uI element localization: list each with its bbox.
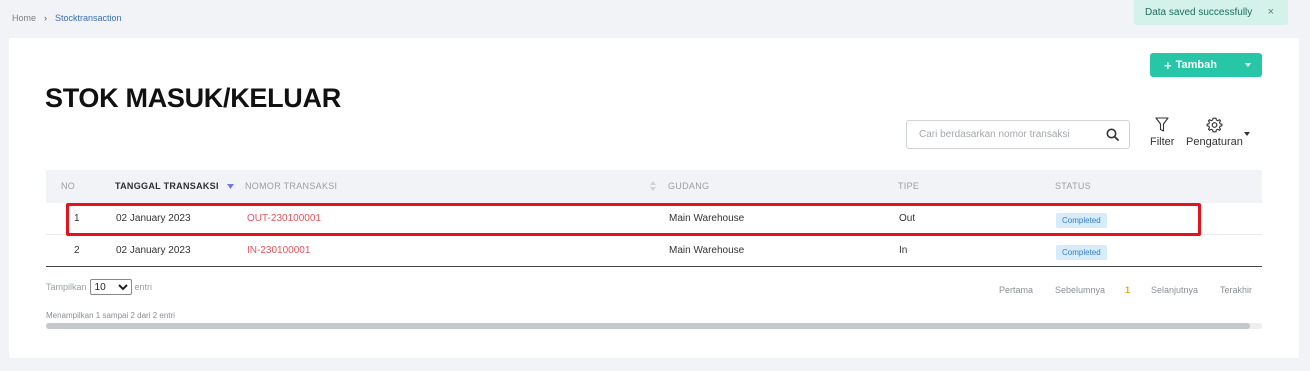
- add-dropdown-toggle[interactable]: [1234, 53, 1262, 77]
- filter-button[interactable]: Filter: [1150, 117, 1174, 148]
- page-title: STOK MASUK/KELUAR: [45, 83, 341, 113]
- column-header-status[interactable]: STATUS: [1055, 181, 1091, 191]
- column-header-date[interactable]: TANGGAL TRANSAKSI: [115, 181, 219, 191]
- cell-warehouse: Main Warehouse: [669, 213, 745, 224]
- transaction-link[interactable]: OUT-230100001: [247, 213, 321, 224]
- transaction-link[interactable]: IN-230100001: [247, 245, 310, 256]
- breadcrumb-home[interactable]: Home: [12, 13, 36, 23]
- scrollbar-thumb[interactable]: [46, 323, 1250, 329]
- status-badge: Completed: [1056, 245, 1107, 260]
- pagination-next[interactable]: Selanjutnya: [1151, 285, 1198, 295]
- transactions-table: NO TANGGAL TRANSAKSI NOMOR TRANSAKSI GUD…: [46, 170, 1262, 267]
- cell-warehouse: Main Warehouse: [669, 245, 745, 256]
- pagination-prev[interactable]: Sebelumnya: [1055, 285, 1105, 295]
- chevron-down-icon[interactable]: [1244, 132, 1250, 136]
- column-header-type[interactable]: TIPE: [898, 181, 919, 191]
- search-box: [906, 120, 1130, 149]
- cell-date: 02 January 2023: [116, 213, 191, 224]
- page-size-control: Tampilkan 10 entri: [46, 279, 152, 295]
- add-button[interactable]: + Tambah: [1150, 53, 1234, 77]
- column-header-no[interactable]: NO: [61, 181, 75, 191]
- filter-icon: [1155, 117, 1169, 132]
- cell-type: Out: [899, 213, 916, 224]
- chevron-right-icon: ›: [44, 13, 48, 23]
- show-label: Tampilkan: [46, 282, 87, 292]
- table-row[interactable]: 1 02 January 2023 OUT-230100001 Main War…: [46, 203, 1262, 235]
- cell-date: 02 January 2023: [116, 245, 191, 256]
- cell-no: 2: [74, 245, 80, 256]
- sort-down-icon[interactable]: [227, 184, 234, 190]
- close-icon[interactable]: ×: [1268, 6, 1274, 18]
- settings-button[interactable]: Pengaturan: [1186, 117, 1243, 148]
- table-info: Menampilkan 1 sampai 2 dari 2 entri: [46, 311, 175, 320]
- entries-label: entri: [134, 282, 153, 292]
- cell-no: 1: [74, 213, 80, 224]
- sort-icon[interactable]: [650, 181, 656, 191]
- plus-icon: +: [1164, 57, 1172, 73]
- cell-type: In: [899, 245, 908, 256]
- success-toast: Data saved successfully ×: [1134, 0, 1288, 25]
- table-row[interactable]: 2 02 January 2023 IN-230100001 Main Ware…: [46, 235, 1262, 267]
- search-input[interactable]: [907, 129, 1097, 140]
- page-size-select[interactable]: 10: [89, 279, 132, 295]
- add-button-group: + Tambah: [1150, 53, 1262, 77]
- toast-message: Data saved successfully: [1145, 7, 1253, 18]
- gear-icon: [1206, 117, 1223, 133]
- column-header-warehouse[interactable]: GUDANG: [668, 181, 709, 191]
- pagination-current[interactable]: 1: [1125, 285, 1130, 295]
- pagination-first[interactable]: Pertama: [999, 285, 1033, 295]
- column-header-number[interactable]: NOMOR TRANSAKSI: [245, 181, 337, 191]
- breadcrumb: Home › Stocktransaction: [12, 13, 122, 23]
- status-badge: Completed: [1056, 213, 1107, 228]
- horizontal-scrollbar[interactable]: [46, 323, 1262, 329]
- filter-label: Filter: [1150, 136, 1175, 148]
- search-icon[interactable]: [1106, 128, 1119, 141]
- chevron-down-icon: [1245, 63, 1251, 67]
- add-button-label: Tambah: [1175, 59, 1217, 71]
- settings-label: Pengaturan: [1186, 136, 1243, 148]
- breadcrumb-current[interactable]: Stocktransaction: [55, 13, 122, 23]
- table-header: NO TANGGAL TRANSAKSI NOMOR TRANSAKSI GUD…: [46, 170, 1262, 203]
- pagination-last[interactable]: Terakhir: [1220, 285, 1252, 295]
